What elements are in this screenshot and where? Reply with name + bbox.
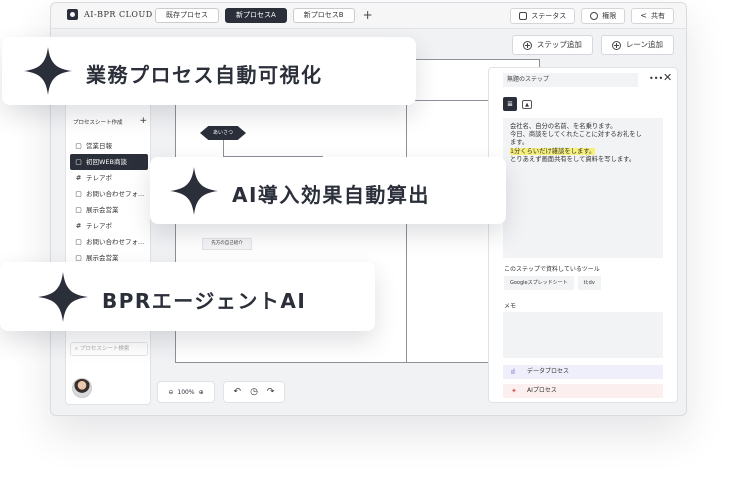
ai-process-label: AIプロセス [527,387,557,394]
plus-circle-icon [522,40,532,50]
sidebar-item-teleapo-2[interactable]: # テレアポ [70,218,148,234]
status-label: ステータス [531,12,567,20]
hash-icon: # [75,222,82,230]
add-step-button[interactable]: ステップ追加 [511,35,593,55]
process-node[interactable]: 先方の自己紹介 [202,238,252,250]
add-step-label: ステップ追加 [536,40,582,49]
document-icon [519,12,528,20]
script-line: とりあえず画面共有をして資料を写します。 [510,155,636,163]
sidebar-item-label: 展示会営業 [86,206,119,214]
memo-field[interactable] [503,312,663,358]
tab-existing-process[interactable]: 既存プロセス [155,8,219,23]
history-controls: ↶ ◷ ↷ [223,381,285,403]
undo-icon[interactable]: ↶ [234,387,242,397]
sidebar-header: プロセスシート作成 + [73,117,147,127]
process-tabs: 既存プロセス 新プロセスA 新プロセスB + [155,8,373,23]
feature-callout-visualization: 業務プロセス自動可視化 [2,37,416,105]
tab-new-process-a[interactable]: 新プロセスA [225,8,287,23]
sidebar-item-label: お問い合わせフォ... [86,238,145,246]
tab-new-process-b[interactable]: 新プロセスB [292,8,355,23]
sheet-search-input[interactable]: ⌕ プロセスシート検索 [70,342,148,356]
sparkle-icon [38,272,88,322]
decision-node[interactable]: あいさつ [200,126,246,140]
ai-process-button[interactable]: ✦ AIプロセス [503,384,663,398]
user-icon [590,12,599,20]
step-title-input[interactable]: 無題のステップ [503,73,638,87]
folder-icon: ▢ [75,190,82,198]
zoom-out-icon[interactable]: ⊖ [168,389,173,396]
redo-icon[interactable]: ↷ [267,387,275,397]
data-process-label: データプロセス [527,368,570,375]
feature-callout-ai-effect: AI導入効果自動算出 [150,157,506,224]
data-process-button[interactable]: ıl データプロセス [503,365,663,379]
history-icon[interactable]: ◷ [250,387,258,397]
sidebar-item-teleapo[interactable]: # テレアポ [70,170,148,186]
sidebar-item-label: お問い合わせフォ... [86,190,145,198]
add-lane-button[interactable]: レーン追加 [600,35,674,55]
sidebar-item-daily-report[interactable]: ▢ 営業日報 [70,138,148,154]
callout-text: AI導入効果自動算出 [232,183,430,207]
zoom-level: 100% [177,388,195,396]
sidebar-list: ▢ 営業日報 ▢ 初回WEB商談 # テレアポ ▢ お問い合わせフォ... ▢ 展示会営業… [70,138,148,266]
script-line: 会社名、自分の名前、を名乗ります。 [510,123,617,130]
script-line: 今日、商談をしてくれたことに対するお礼をし [510,131,642,139]
folder-icon: ▢ [75,238,82,246]
feature-callout-bpr-agent: BPRエージェントAI [0,262,375,331]
sidebar-item-label: テレアポ [86,222,112,230]
sidebar-item-inquiry-form[interactable]: ▢ お問い合わせフォ... [70,186,148,202]
sidebar-item-first-web-meeting[interactable]: ▢ 初回WEB商談 [70,154,148,170]
sidebar-item-exhibition-sales[interactable]: ▢ 展示会営業 [70,202,148,218]
logo-icon [67,9,78,20]
tool-chips: Googleスプレッドシート tl;dv [504,276,601,290]
sidebar-item-label: テレアポ [86,174,112,182]
script-line: ます。 [510,139,529,147]
avatar[interactable] [72,378,92,398]
hash-icon: # [75,174,82,182]
bar-chart-icon: ıl [511,368,515,376]
top-actions: ステータス 権限 < 共有 [510,8,674,24]
plus-circle-icon [611,40,621,50]
add-lane-label: レーン追加 [625,40,663,49]
share-label: 共有 [651,12,665,20]
tools-label: このステップで資料しているツール [504,266,600,273]
sidebar-item-inquiry-form-2[interactable]: ▢ お問い合わせフォ... [70,234,148,250]
folder-icon: ▢ [75,206,82,214]
logo-text: AI-BPR CLOUD [84,10,153,19]
folder-icon: ▢ [75,142,82,150]
more-icon[interactable]: ••• [649,74,663,83]
folder-icon: ▢ [75,158,82,166]
tool-chip[interactable]: tl;dv [577,276,601,290]
app-logo[interactable]: AI-BPR CLOUD [67,9,153,20]
sidebar-header-label: プロセスシート作成 [73,120,123,126]
callout-text: 業務プロセス自動可視化 [86,63,323,87]
sparkle-icon [24,47,72,95]
text-edit-icon[interactable]: ≣ [503,97,517,111]
permission-button[interactable]: 権限 [581,8,626,24]
sheet-search-placeholder: プロセスシート検索 [79,346,130,352]
script-line-highlighted: 1分くらいだけ雑談をします。 [510,147,596,155]
sparkle-icon: ✦ [511,387,517,395]
sparkle-icon [170,167,218,215]
zoom-in-icon[interactable]: ⊕ [199,389,204,396]
callout-text: BPRエージェントAI [102,289,307,313]
sidebar-item-label: 営業日報 [86,142,112,150]
hero-stage: AI-BPR CLOUD 既存プロセス 新プロセスA 新プロセスB + ステータ… [0,0,748,482]
step-detail-panel: 無題のステップ ••• ✕ ≣ ▲ 会社名、自分の名前、を名乗ります。 今日、商… [488,67,678,403]
add-tab-icon[interactable]: + [363,9,373,22]
zoom-controls: ⊖ 100% ⊕ [157,381,215,403]
tool-chip[interactable]: Googleスプレッドシート [504,276,574,290]
permission-label: 権限 [602,12,617,20]
status-button[interactable]: ステータス [510,8,576,24]
memo-label: メモ [504,303,517,310]
share-icon: < [640,11,647,20]
share-button[interactable]: < 共有 [631,8,674,24]
step-script-text[interactable]: 会社名、自分の名前、を名乗ります。 今日、商談をしてくれたことに対するお礼をし … [503,118,663,258]
add-sheet-icon[interactable]: + [139,117,147,126]
image-icon[interactable]: ▲ [522,100,532,109]
sidebar-item-label: 初回WEB商談 [86,158,127,166]
canvas-actions: ステップ追加 レーン追加 [511,35,674,55]
top-bar: AI-BPR CLOUD 既存プロセス 新プロセスA 新プロセスB + ステータ… [51,3,686,29]
close-icon[interactable]: ✕ [663,71,672,84]
